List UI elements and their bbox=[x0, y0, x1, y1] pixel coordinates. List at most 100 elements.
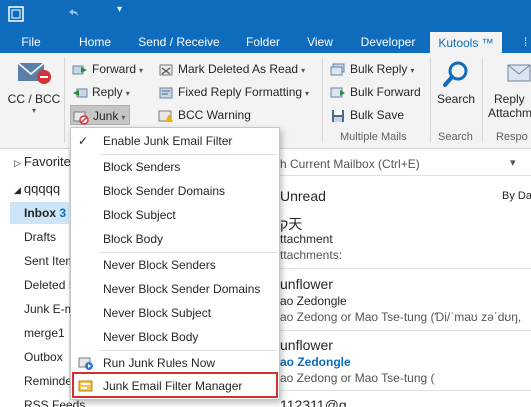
menu-block-subject[interactable]: Block Subject bbox=[71, 204, 279, 226]
bulk-forward-label: Bulk Forward bbox=[350, 85, 421, 99]
reply-attachments-label-2: Attachm bbox=[488, 106, 531, 120]
expand-icon: ▷ bbox=[14, 158, 21, 168]
menu-block-sender-domains[interactable]: Block Sender Domains bbox=[71, 180, 279, 202]
highlight-box bbox=[72, 372, 278, 398]
menu-separator bbox=[99, 252, 277, 253]
bulk-save-button[interactable]: Bulk Save bbox=[330, 105, 404, 125]
sort-by-date[interactable]: By Dat bbox=[502, 190, 531, 202]
tab-overflow[interactable]: ⁞ bbox=[520, 31, 531, 53]
quick-access-dropdown-icon[interactable]: ▾ bbox=[117, 4, 122, 15]
ribbon-tabs: File Home Send / Receive Folder View Dev… bbox=[0, 31, 531, 53]
favorites-label: Favorite bbox=[23, 154, 71, 169]
ribbon-separator bbox=[64, 57, 65, 143]
checkmark-icon: ✓ bbox=[78, 134, 89, 148]
account-header[interactable]: ◢ qqqqq bbox=[14, 181, 60, 196]
menu-never-block-subject[interactable]: Never Block Subject bbox=[71, 302, 279, 324]
message-1-sender[interactable]: ק天 bbox=[280, 214, 302, 234]
junk-dropdown-menu: ✓ Enable Junk Email Filter Block Senders… bbox=[70, 127, 280, 400]
tab-send-receive[interactable]: Send / Receive bbox=[132, 31, 226, 53]
tab-file[interactable]: File bbox=[14, 31, 48, 53]
tab-kutools[interactable]: Kutools ™ bbox=[430, 31, 502, 53]
tab-developer[interactable]: Developer bbox=[356, 31, 420, 53]
bulk-save-label: Bulk Save bbox=[350, 108, 405, 122]
folder-junk[interactable]: Junk E-m bbox=[24, 302, 75, 316]
folder-merge1[interactable]: merge1 bbox=[24, 326, 65, 340]
app-icon bbox=[8, 6, 24, 25]
cc-bcc-dropdown-icon: ▾ bbox=[31, 106, 36, 115]
account-label: qqqqq bbox=[23, 181, 61, 196]
search-placeholder: h Current Mailbox (Ctrl+E) bbox=[280, 157, 420, 171]
unread-filter[interactable]: Unread bbox=[280, 188, 326, 204]
folder-inbox[interactable]: Inbox 3 bbox=[10, 202, 70, 224]
ribbon-separator bbox=[322, 57, 323, 143]
bulk-reply-label: Bulk Reply bbox=[350, 62, 408, 76]
cc-bcc-button[interactable]: CC / BCC ▾ bbox=[6, 57, 62, 127]
message-1-preview: ttachments: bbox=[280, 248, 343, 262]
message-3-sender[interactable]: unflower bbox=[280, 337, 333, 353]
fixed-reply-dropdown-icon: ▾ bbox=[305, 89, 310, 98]
bcc-warning-icon bbox=[158, 108, 174, 124]
mark-deleted-as-read-button[interactable]: Mark Deleted As Read ▾ bbox=[158, 59, 305, 79]
inbox-label: Inbox bbox=[24, 206, 56, 220]
search-button[interactable]: Search bbox=[436, 59, 476, 106]
fixed-reply-formatting-button[interactable]: Fixed Reply Formatting ▾ bbox=[158, 82, 309, 102]
menu-run-junk-rules-now[interactable]: Run Junk Rules Now bbox=[71, 352, 279, 374]
favorites-header[interactable]: ▷ Favorite bbox=[14, 154, 71, 169]
message-divider bbox=[280, 330, 531, 331]
mark-deleted-as-read-label: Mark Deleted As Read bbox=[178, 62, 299, 76]
folder-outbox[interactable]: Outbox bbox=[24, 350, 63, 364]
menu-block-body[interactable]: Block Body bbox=[71, 228, 279, 250]
forward-dropdown-icon: ▾ bbox=[139, 66, 144, 75]
junk-icon bbox=[73, 109, 89, 125]
message-3-preview: ao Zedong or Mao Tse-tung ( bbox=[280, 371, 435, 385]
bulk-forward-button[interactable]: Bulk Forward bbox=[330, 82, 421, 102]
message-4-sender[interactable]: 112311@q bbox=[280, 397, 347, 407]
message-list: h Current Mailbox (Ctrl+E) ▾ Unread By D… bbox=[280, 150, 531, 407]
group-respo: Respo bbox=[496, 131, 528, 143]
menu-enable-junk-filter-label: Enable Junk Email Filter bbox=[103, 134, 233, 148]
tab-view[interactable]: View bbox=[298, 31, 342, 53]
junk-button[interactable]: Junk ▾ bbox=[70, 105, 131, 125]
reply-icon bbox=[72, 85, 88, 101]
menu-block-senders[interactable]: Block Senders bbox=[71, 156, 279, 178]
reply-attachments-button[interactable]: Reply Attachm bbox=[488, 57, 531, 120]
reply-label: Reply bbox=[92, 85, 123, 99]
group-multiple-mails: Multiple Mails bbox=[340, 131, 407, 143]
menu-separator bbox=[99, 350, 277, 351]
search-box[interactable]: h Current Mailbox (Ctrl+E) ▾ bbox=[280, 152, 531, 176]
menu-never-block-sender-domains[interactable]: Never Block Sender Domains bbox=[71, 278, 279, 300]
menu-never-block-body[interactable]: Never Block Body bbox=[71, 326, 279, 348]
fixed-reply-icon bbox=[158, 85, 174, 101]
reply-attachments-icon bbox=[488, 57, 531, 90]
menu-never-block-senders[interactable]: Never Block Senders bbox=[71, 254, 279, 276]
bcc-warning-label: BCC Warning bbox=[178, 108, 251, 122]
menu-enable-junk-filter[interactable]: ✓ Enable Junk Email Filter bbox=[71, 130, 279, 152]
group-search: Search bbox=[438, 131, 473, 143]
folder-reminders[interactable]: Reminde bbox=[24, 374, 72, 388]
folder-drafts[interactable]: Drafts bbox=[24, 230, 56, 244]
message-3-subject: ao Zedongle bbox=[280, 355, 351, 369]
search-label: Search bbox=[436, 92, 476, 106]
reply-dropdown-icon: ▾ bbox=[125, 89, 130, 98]
fixed-reply-formatting-label: Fixed Reply Formatting bbox=[178, 85, 303, 99]
bulk-reply-icon bbox=[330, 62, 346, 78]
message-2-sender[interactable]: unflower bbox=[280, 276, 333, 292]
menu-run-junk-rules-label: Run Junk Rules Now bbox=[103, 356, 216, 370]
bcc-warning-button[interactable]: BCC Warning bbox=[158, 105, 251, 125]
cc-bcc-icon bbox=[16, 62, 52, 90]
mark-deleted-dropdown-icon: ▾ bbox=[301, 66, 306, 75]
tab-home[interactable]: Home bbox=[70, 31, 120, 53]
bulk-forward-icon bbox=[330, 85, 346, 101]
inbox-count: 3 bbox=[59, 206, 67, 220]
bulk-reply-button[interactable]: Bulk Reply ▾ bbox=[330, 59, 414, 79]
folder-sent[interactable]: Sent Item bbox=[24, 254, 75, 268]
menu-separator bbox=[99, 154, 277, 155]
undo-icon[interactable] bbox=[66, 6, 80, 23]
folder-deleted[interactable]: Deleted I bbox=[24, 278, 72, 292]
forward-button[interactable]: Forward ▾ bbox=[72, 59, 143, 79]
reply-button[interactable]: Reply ▾ bbox=[72, 82, 130, 102]
tab-folder[interactable]: Folder bbox=[238, 31, 288, 53]
message-divider bbox=[280, 390, 531, 391]
junk-dropdown-icon: ▾ bbox=[121, 113, 126, 122]
search-dropdown-icon[interactable]: ▾ bbox=[510, 156, 516, 169]
